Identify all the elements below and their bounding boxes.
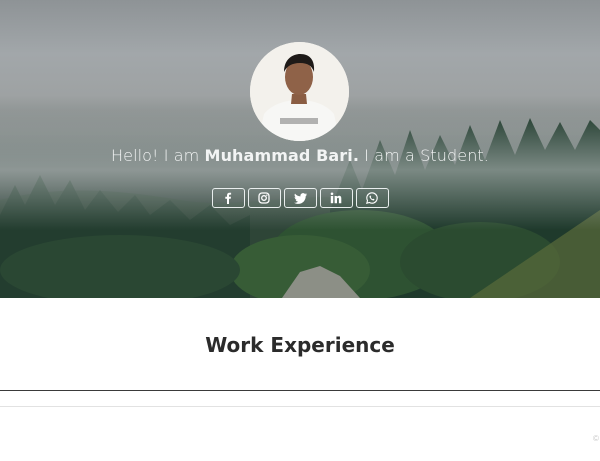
- work-experience-heading: Work Experience: [205, 333, 395, 357]
- footer-copyright: ©: [593, 434, 599, 443]
- greeting-text: Hello! I am: [111, 146, 205, 165]
- hero-tagline: Hello! I am Muhammad Bari. I am a Studen…: [0, 146, 600, 165]
- hero-banner: Hello! I am Muhammad Bari. I am a Studen…: [0, 0, 600, 298]
- instagram-button[interactable]: [247, 188, 281, 208]
- whatsapp-button[interactable]: [355, 188, 389, 208]
- tagline-suffix: I am a Student.: [359, 146, 489, 165]
- content-divider: [0, 406, 600, 407]
- social-links: [0, 188, 600, 208]
- profile-avatar: [250, 42, 349, 141]
- instagram-icon: [258, 192, 270, 204]
- whatsapp-icon: [366, 192, 378, 204]
- twitter-icon: [293, 192, 307, 204]
- facebook-icon: [225, 192, 232, 204]
- linkedin-button[interactable]: [319, 188, 353, 208]
- person-name: Muhammad Bari.: [204, 146, 360, 165]
- twitter-button[interactable]: [283, 188, 317, 208]
- linkedin-icon: [330, 192, 342, 204]
- section-divider: [0, 390, 600, 391]
- person-photo: [250, 42, 349, 141]
- facebook-button[interactable]: [211, 188, 245, 208]
